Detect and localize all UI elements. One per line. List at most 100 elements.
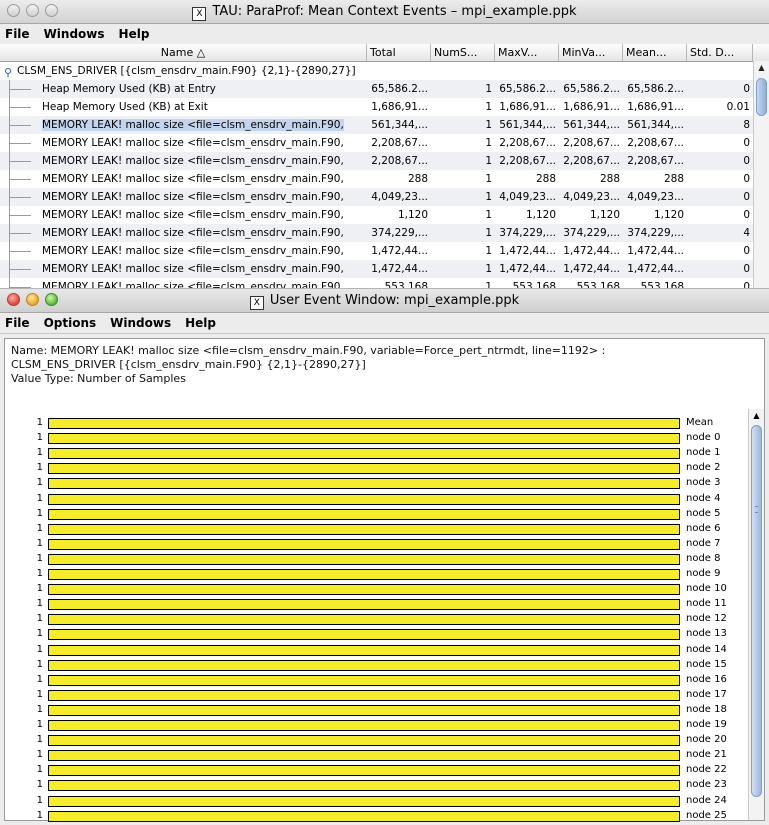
bar-row[interactable]: 1 node 11 (5, 598, 748, 611)
title-bar[interactable]: X User Event Window: mpi_example.ppk (0, 288, 769, 313)
bar[interactable] (48, 614, 680, 626)
bar-row[interactable]: 1 node 7 (5, 538, 748, 550)
close-button[interactable] (7, 293, 20, 306)
table-row[interactable]: MEMORY LEAK! malloc size <file=clsm_ensd… (0, 134, 769, 152)
bar[interactable] (48, 780, 680, 792)
menu-windows[interactable]: Windows (43, 24, 106, 44)
table-row[interactable]: MEMORY LEAK! malloc size <file=clsm_ensd… (0, 242, 769, 260)
table-row[interactable]: MEMORY LEAK! malloc size <file=clsm_ensd… (0, 224, 769, 242)
bar-row[interactable]: 1 node 13 (5, 628, 748, 641)
table-row[interactable]: MEMORY LEAK! malloc size <file=clsm_ensd… (0, 170, 769, 188)
cell-max: 288 (535, 173, 556, 185)
column-header-std-dev[interactable]: Std. D... (687, 44, 753, 61)
bar-row[interactable]: 1 node 16 (5, 674, 748, 686)
bar-row[interactable]: 1 Mean (5, 417, 748, 429)
table-row[interactable]: MEMORY LEAK! malloc size <file=clsm_ensd… (0, 152, 769, 170)
close-button[interactable] (7, 4, 20, 17)
menu-options[interactable]: Options (43, 313, 98, 333)
zoom-button[interactable] (45, 293, 58, 306)
title-bar[interactable]: X TAU: ParaProf: Mean Context Events – mp… (0, 0, 769, 24)
column-header-name[interactable]: Name △ (0, 44, 367, 61)
cell-std: 0.01 (726, 101, 750, 113)
bar-row[interactable]: 1 node 9 (5, 568, 748, 580)
bar-row[interactable]: 1 node 6 (5, 523, 748, 535)
bar-row[interactable]: 1 node 17 (5, 689, 748, 701)
bar-row[interactable]: 1 node 2 (5, 462, 748, 475)
bar-row[interactable]: 1 node 20 (5, 734, 748, 747)
bar[interactable] (48, 720, 680, 731)
scroll-thumb[interactable] (751, 425, 762, 797)
bar[interactable] (48, 765, 680, 777)
menu-windows[interactable]: Windows (109, 313, 172, 333)
bar-row[interactable]: 1 node 3 (5, 477, 748, 490)
menu-file[interactable]: File (4, 313, 31, 333)
bar[interactable] (48, 478, 680, 490)
scroll-up-arrow-icon[interactable]: ▲ (749, 409, 764, 423)
event-name: Name: MEMORY LEAK! malloc size <file=cls… (11, 344, 606, 357)
chart-scrollbar[interactable]: ▲ (748, 409, 764, 820)
column-header-min[interactable]: MinVa... (559, 44, 623, 61)
bar-row[interactable]: 1 node 10 (5, 583, 748, 596)
bar-row[interactable]: 1 node 19 (5, 719, 748, 731)
bar-row[interactable]: 1 node 21 (5, 749, 748, 762)
column-header-max[interactable]: MaxV... (495, 44, 559, 61)
bar[interactable] (48, 735, 680, 747)
table-row[interactable]: MEMORY LEAK! malloc size <file=clsm_ensd… (0, 188, 769, 206)
bar-row[interactable]: 1 node 0 (5, 432, 748, 445)
table-row[interactable]: MEMORY LEAK! malloc size <file=clsm_ensd… (0, 116, 769, 134)
bar[interactable] (48, 418, 680, 429)
bar-label: node 15 (686, 658, 727, 670)
bar[interactable] (48, 538, 680, 550)
bar-row[interactable]: 1 node 12 (5, 613, 748, 626)
bar-row[interactable]: 1 node 18 (5, 704, 748, 716)
bar[interactable] (48, 493, 680, 505)
bar[interactable] (48, 599, 680, 611)
bar[interactable] (48, 448, 680, 460)
bar[interactable] (48, 644, 680, 656)
bar[interactable] (48, 795, 680, 807)
table-row[interactable]: Heap Memory Used (KB) at Exit 1,686,91...… (0, 98, 769, 116)
table-row[interactable]: Heap Memory Used (KB) at Entry 65,586.2..… (0, 80, 769, 98)
bar[interactable] (48, 523, 680, 535)
bar-row[interactable]: 1 node 5 (5, 508, 748, 520)
bar-row[interactable]: 1 node 22 (5, 764, 748, 777)
bar[interactable] (48, 659, 680, 671)
column-header-mean[interactable]: Mean... (623, 44, 687, 61)
bar[interactable] (48, 584, 680, 596)
bar[interactable] (48, 508, 680, 520)
bar[interactable] (48, 553, 680, 565)
menu-file[interactable]: File (4, 24, 31, 44)
zoom-button[interactable] (45, 4, 58, 17)
minimize-button[interactable] (26, 293, 39, 306)
bar-row[interactable]: 1 node 24 (5, 795, 748, 807)
bar[interactable] (48, 433, 680, 445)
menu-help[interactable]: Help (118, 24, 151, 44)
bar-row[interactable]: 1 node 14 (5, 644, 748, 656)
bar-row[interactable]: 1 node 8 (5, 553, 748, 565)
table-row[interactable]: MEMORY LEAK! malloc size <file=clsm_ensd… (0, 260, 769, 278)
bar[interactable] (48, 810, 680, 822)
minimize-button[interactable] (26, 4, 39, 17)
scroll-track[interactable] (751, 425, 762, 820)
scroll-thumb[interactable] (756, 78, 767, 116)
table-row[interactable]: MEMORY LEAK! malloc size <file=clsm_ensd… (0, 206, 769, 224)
bar-row[interactable]: 1 node 15 (5, 659, 748, 671)
scroll-up-arrow-icon[interactable]: ▲ (754, 61, 769, 75)
bar[interactable] (48, 674, 680, 686)
bar[interactable] (48, 629, 680, 641)
bar[interactable] (48, 463, 680, 475)
table-scrollbar[interactable]: ▲ (753, 61, 769, 295)
bar[interactable] (48, 750, 680, 762)
bar[interactable] (48, 569, 680, 580)
bar[interactable] (48, 704, 680, 716)
bar-row[interactable]: 1 node 4 (5, 493, 748, 505)
column-header-total[interactable]: Total (367, 44, 431, 61)
bar-row[interactable]: 1 node 25 (5, 810, 748, 822)
bar[interactable] (48, 689, 680, 701)
bar-row[interactable]: 1 node 23 (5, 779, 748, 792)
bar-row[interactable]: 1 node 1 (5, 447, 748, 460)
column-header-numsamples[interactable]: NumS... (431, 44, 495, 61)
tree-expand-icon[interactable]: ⚲ (4, 64, 12, 80)
menu-help[interactable]: Help (184, 313, 217, 333)
tree-root-row[interactable]: ⚲ CLSM_ENS_DRIVER [{clsm_ensdrv_main.F90… (0, 62, 769, 80)
